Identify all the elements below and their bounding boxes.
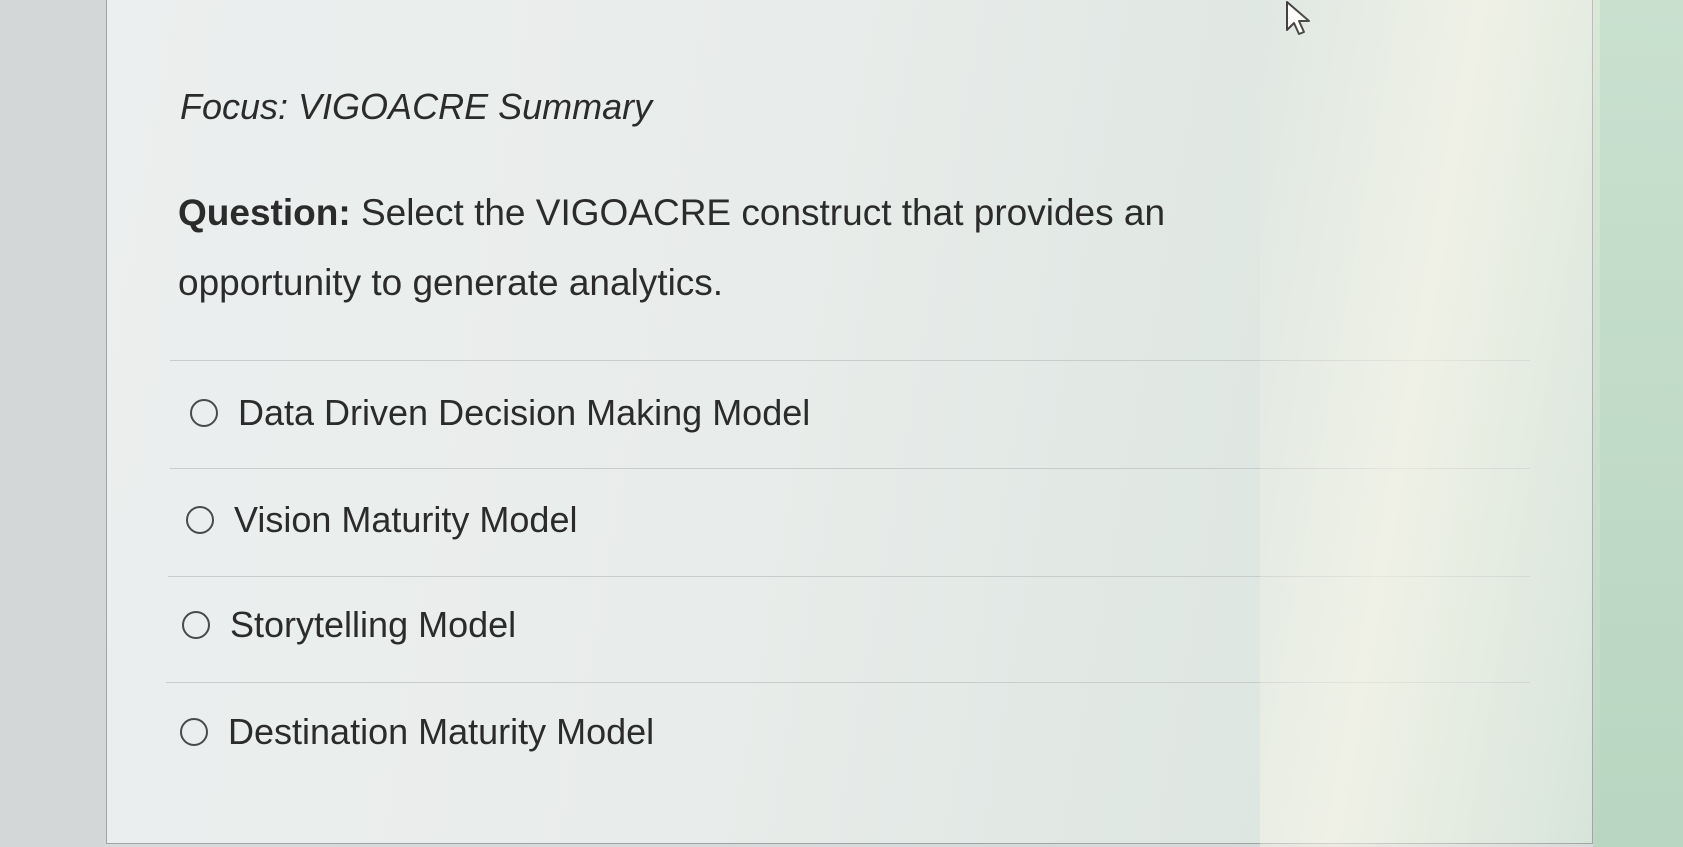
mouse-pointer-icon bbox=[1286, 1, 1310, 35]
focus-title: Focus: VIGOACRE Summary bbox=[180, 86, 653, 127]
option-divider bbox=[170, 468, 1530, 469]
answer-option-label: Destination Maturity Model bbox=[228, 711, 655, 752]
question-label: Question: bbox=[178, 192, 351, 233]
radio-unchecked-icon[interactable] bbox=[180, 718, 208, 746]
answer-option-storytelling[interactable]: Storytelling Model bbox=[182, 600, 516, 650]
radio-unchecked-icon[interactable] bbox=[182, 611, 210, 639]
screen: Focus: VIGOACRE Summary Question: Select… bbox=[0, 0, 1683, 847]
option-divider bbox=[166, 682, 1530, 683]
answer-option-label: Storytelling Model bbox=[230, 604, 517, 645]
answer-option-vision-maturity[interactable]: Vision Maturity Model bbox=[186, 495, 577, 545]
option-divider bbox=[168, 576, 1530, 577]
answer-option-destination-maturity[interactable]: Destination Maturity Model bbox=[180, 707, 654, 757]
right-edge-strip bbox=[1593, 0, 1683, 847]
answer-option-data-driven[interactable]: Data Driven Decision Making Model bbox=[190, 388, 810, 438]
left-margin bbox=[0, 0, 106, 847]
question-text: Question: Select the VIGOACRE construct … bbox=[178, 178, 1328, 318]
answer-option-label: Vision Maturity Model bbox=[234, 499, 578, 540]
radio-unchecked-icon[interactable] bbox=[186, 506, 214, 534]
radio-unchecked-icon[interactable] bbox=[190, 399, 218, 427]
options-top-divider bbox=[170, 360, 1530, 361]
answer-option-label: Data Driven Decision Making Model bbox=[238, 392, 811, 433]
